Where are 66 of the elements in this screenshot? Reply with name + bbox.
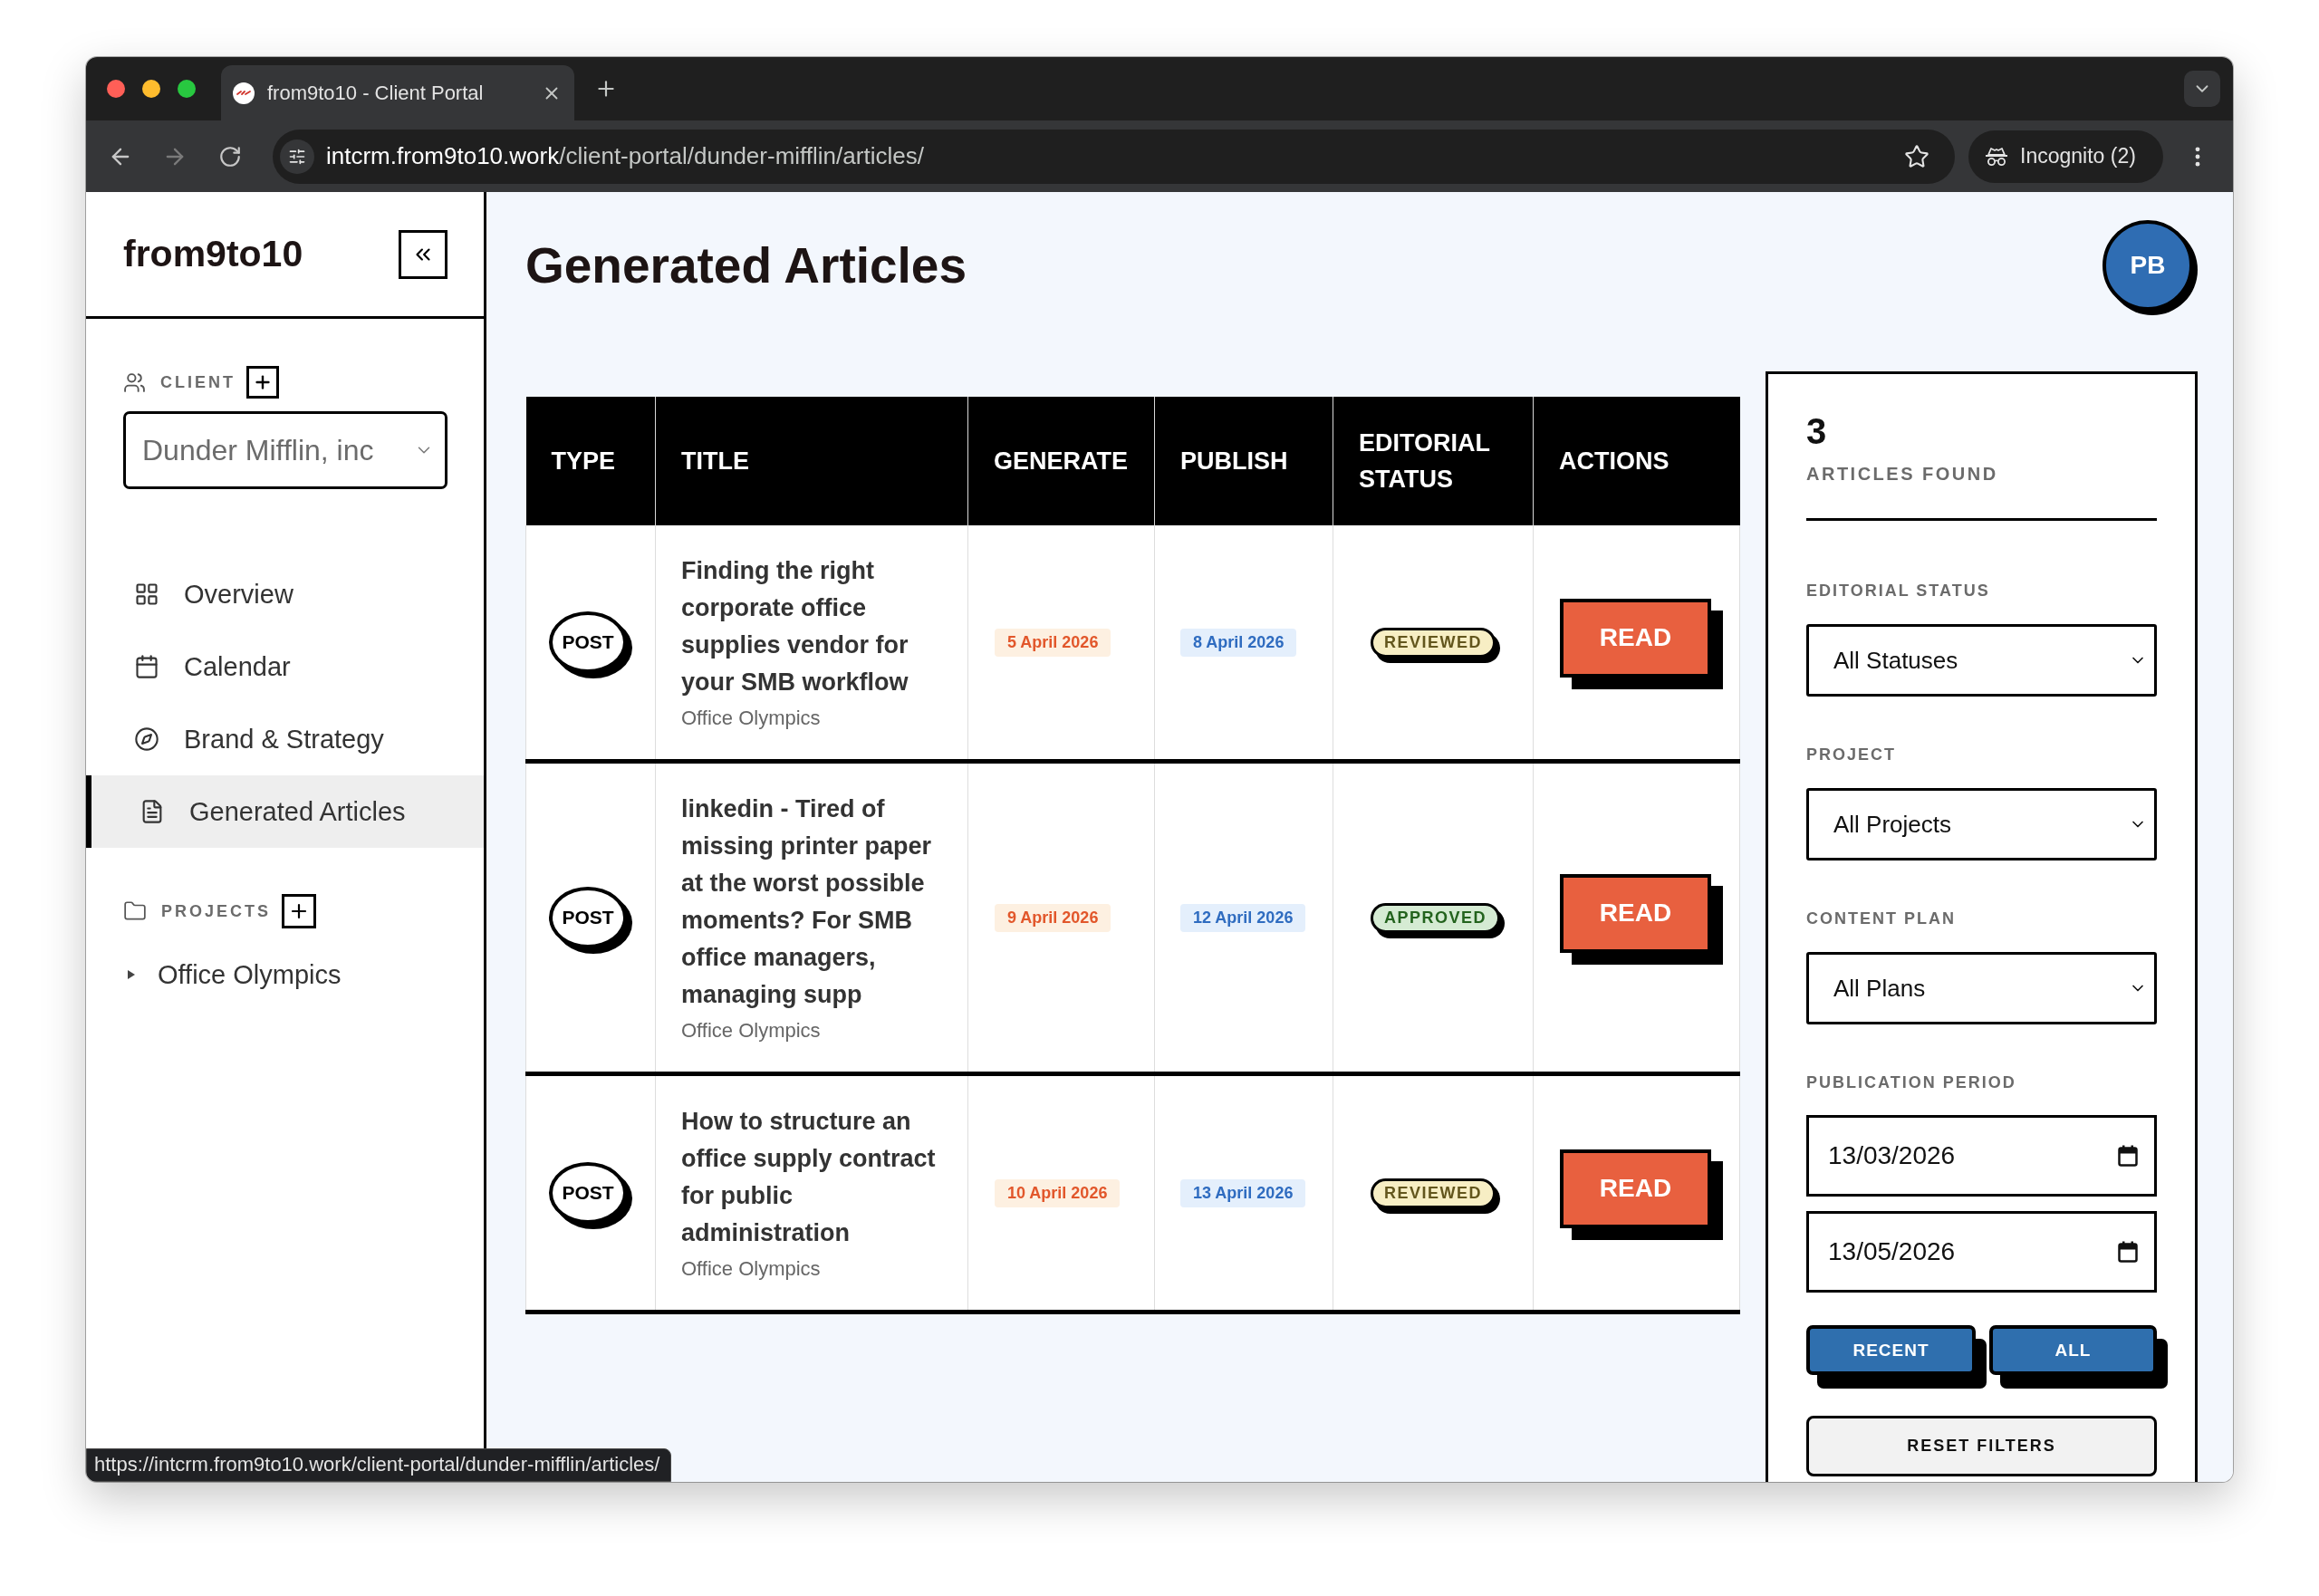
close-window-icon[interactable] <box>107 80 125 98</box>
address-bar[interactable]: intcrm.from9to10.work/client-portal/dunder-mifflin/articles/ <box>273 129 1955 184</box>
filter-label: EDITORIAL STATUS <box>1806 581 1991 601</box>
column-header: TYPE <box>525 397 656 525</box>
project-name: Office Olympics <box>681 706 822 731</box>
url-text: intcrm.from9to10.work/client-portal/dunder-mifflin/articles/ <box>326 142 924 170</box>
folder-icon <box>123 899 147 923</box>
article-title: linkedin - Tired of missing printer paper at the worst possible moments? For SMB office managers, managing supp <box>681 794 933 1010</box>
project-item[interactable]: Office Olympics <box>123 957 447 993</box>
caret-icon[interactable] <box>127 969 136 980</box>
grid-icon <box>134 582 159 607</box>
calendar-icon[interactable] <box>2118 1145 2138 1167</box>
site-settings-icon[interactable] <box>280 139 314 174</box>
filter-label: PROJECT <box>1806 745 1898 765</box>
sidebar-nav-item[interactable]: Calendar <box>86 630 484 703</box>
date-field[interactable]: 13/05/2026 <box>1806 1211 2157 1293</box>
tab-title: from9to10 - Client Portal <box>267 81 485 105</box>
compass-icon <box>134 726 159 752</box>
people-icon <box>123 370 146 394</box>
add-project-button[interactable] <box>282 894 317 928</box>
generate-date-tag: 9 April 2026 <box>995 903 1111 932</box>
column-header: GENERATE <box>967 397 1155 525</box>
reset-filters-button[interactable]: RESET FILTERS <box>1806 1416 2157 1476</box>
project-name: Office Olympics <box>681 1018 822 1043</box>
logo-text: from9to10 <box>123 233 303 275</box>
browser-tab[interactable]: from9to10 - Client Portal <box>221 65 574 120</box>
link-preview-bubble: https://intcrm.from9to10.work/client-portal/dunder-mifflin/articles/ <box>86 1448 672 1482</box>
calendar-icon[interactable] <box>2118 1241 2138 1263</box>
result-count-label: ARTICLES FOUND <box>1806 463 1999 485</box>
generate-date-tag: 5 April 2026 <box>995 628 1111 657</box>
column-header: ACTIONS <box>1533 397 1740 525</box>
generate-date-tag: 10 April 2026 <box>995 1178 1121 1207</box>
add-client-button[interactable] <box>246 366 279 399</box>
maximize-window-icon[interactable] <box>178 80 196 98</box>
column-header: PUBLISH <box>1154 397 1333 525</box>
publish-date-tag: 8 April 2026 <box>1180 628 1297 657</box>
publish-date-tag: 13 April 2026 <box>1180 1178 1306 1207</box>
sidebar-nav-item[interactable]: Overview <box>86 558 484 630</box>
date-field[interactable]: 13/03/2026 <box>1806 1115 2157 1197</box>
column-header: EDITORIAL STATUS <box>1333 397 1534 525</box>
filter-label: PUBLICATION PERIOD <box>1806 1072 2017 1093</box>
calendar-icon <box>134 654 159 679</box>
incognito-icon <box>1985 146 2008 167</box>
filter-label: CONTENT PLAN <box>1806 909 1957 929</box>
client-select[interactable]: Dunder Mifflin, inc <box>123 411 447 489</box>
collapse-sidebar-button[interactable] <box>399 229 447 279</box>
minimize-window-icon[interactable] <box>142 80 160 98</box>
reload-icon[interactable] <box>218 144 242 168</box>
publish-date-tag: 12 April 2026 <box>1180 903 1306 932</box>
article-title: Finding the right corporate office supplies vendor for your SMB workflow <box>681 556 909 697</box>
section-label: CLIENT <box>160 372 236 392</box>
profile-button[interactable]: Incognito (2) <box>1968 130 2163 183</box>
sidebar-nav-item[interactable]: Brand & Strategy <box>86 703 484 775</box>
bookmark-star-icon[interactable] <box>1904 143 1929 169</box>
project-name: Office Olympics <box>681 1256 822 1282</box>
tab-list-button[interactable] <box>2184 71 2220 107</box>
filter-select[interactable]: All Plans <box>1806 952 2157 1024</box>
result-count: 3 <box>1806 411 1828 451</box>
site-logo-icon <box>233 82 255 104</box>
page-title: Generated Articles <box>525 236 967 294</box>
filter-select[interactable]: All Statuses <box>1806 624 2157 697</box>
sidebar-nav-item[interactable]: Generated Articles <box>86 775 484 848</box>
section-label: PROJECTS <box>161 901 272 921</box>
article-title: How to structure an office supply contract for public administration <box>681 1107 937 1248</box>
column-header: TITLE <box>655 397 968 525</box>
filter-select[interactable]: All Projects <box>1806 788 2157 860</box>
